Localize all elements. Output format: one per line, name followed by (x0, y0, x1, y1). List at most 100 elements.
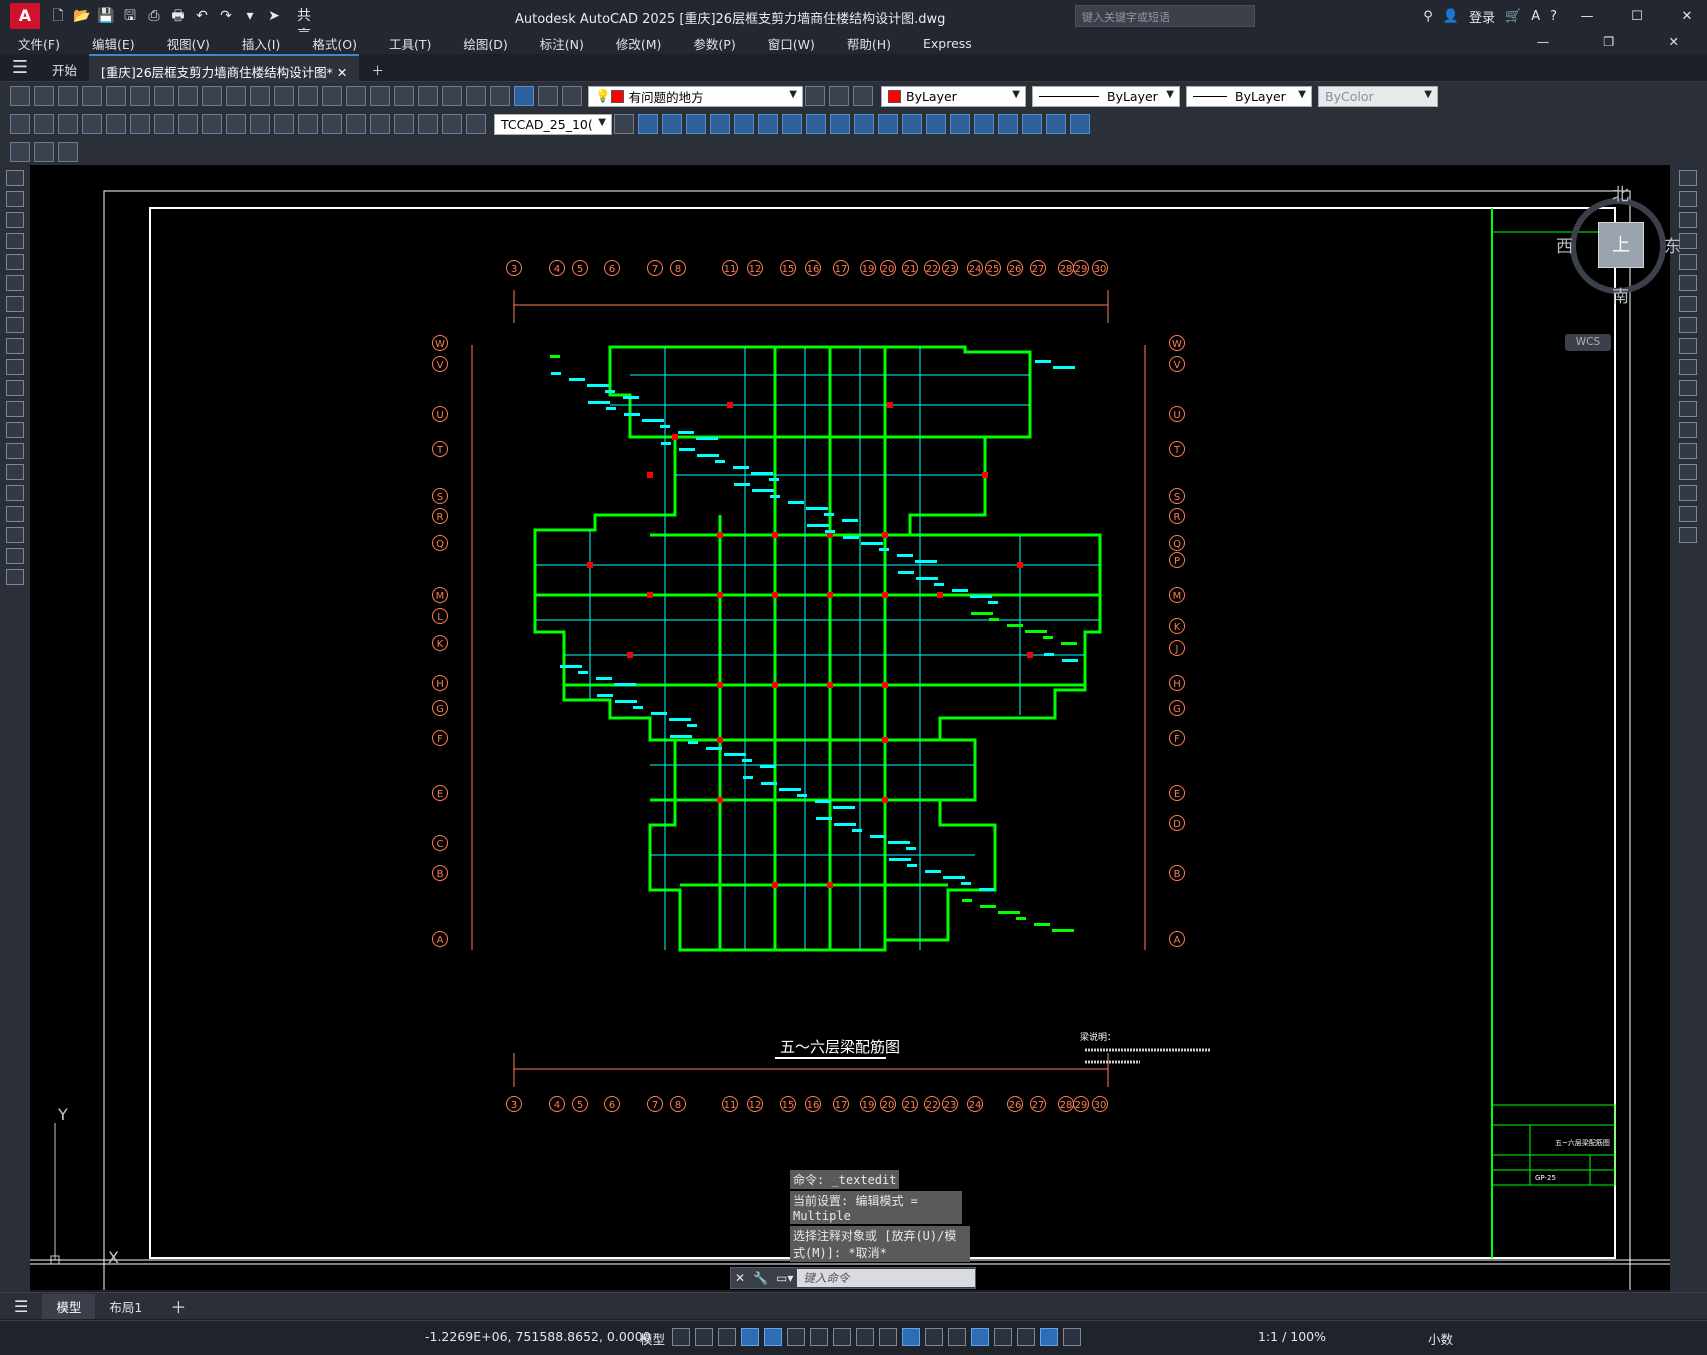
jogged-linear-icon[interactable] (394, 114, 414, 134)
hatch-icon[interactable] (6, 464, 24, 480)
dim-text-edit-icon[interactable] (442, 114, 462, 134)
viewcube-face[interactable]: 上 (1598, 222, 1644, 268)
rectangle-icon[interactable] (6, 254, 24, 270)
radius-dim-icon[interactable] (106, 114, 126, 134)
compass-west[interactable]: 西 (1556, 232, 1573, 257)
gizmo-icon[interactable] (1017, 1328, 1035, 1346)
doc-close-button[interactable]: ✕ (1669, 34, 1679, 49)
3d-osnap-icon[interactable] (948, 1328, 966, 1346)
copy-icon[interactable] (178, 86, 198, 106)
close-tab-icon[interactable]: ✕ (337, 65, 347, 80)
move-icon[interactable] (1679, 275, 1697, 291)
3d-move-icon[interactable] (974, 114, 994, 134)
chamfer-icon[interactable] (1679, 464, 1697, 480)
menu-dimension[interactable]: 标注(N) (540, 34, 584, 53)
new-file-icon[interactable]: 🗋 (48, 6, 68, 26)
undo-icon[interactable] (250, 86, 270, 106)
3d-mirror-icon[interactable] (1046, 114, 1066, 134)
make-block-icon[interactable] (6, 422, 24, 438)
box-icon[interactable] (638, 114, 658, 134)
search-input[interactable]: 键入关键字或短语 (1075, 5, 1255, 27)
layer-previous-icon[interactable] (829, 86, 849, 106)
sweep-icon[interactable] (806, 114, 826, 134)
trim-icon[interactable] (1679, 359, 1697, 375)
zoom-previous-icon[interactable] (370, 86, 390, 106)
coordinate-readout[interactable]: -1.2269E+06, 751588.8652, 0.0000 (425, 1329, 651, 1344)
login-button[interactable]: 登录 (1469, 7, 1495, 26)
aligned-dim-icon[interactable] (34, 114, 54, 134)
menu-window[interactable]: 窗口(W) (768, 34, 815, 53)
join-icon[interactable] (1679, 443, 1697, 459)
cylinder-icon[interactable] (662, 114, 682, 134)
polar-tracking-icon[interactable] (787, 1328, 805, 1346)
tab-layout1[interactable]: 布局1 (95, 1294, 156, 1319)
lineweight-dropdown[interactable]: ByLayer ▼ (1186, 85, 1312, 107)
snap-icon[interactable] (695, 1328, 713, 1346)
erase-icon[interactable] (1679, 170, 1697, 186)
tool-palette-icon[interactable] (442, 86, 462, 106)
ellipse-icon[interactable] (6, 359, 24, 375)
model-space-toggle[interactable]: 模型 (640, 1329, 665, 1348)
command-input[interactable]: 键入命令 (797, 1269, 975, 1287)
3d-align-icon[interactable] (1022, 114, 1042, 134)
dim-break-icon[interactable] (298, 114, 318, 134)
polygon-icon[interactable] (6, 233, 24, 249)
table-icon[interactable] (6, 527, 24, 543)
ellipse-arc-icon[interactable] (6, 380, 24, 396)
mtext-icon[interactable] (6, 548, 24, 564)
zoom-realtime-icon[interactable] (322, 86, 342, 106)
autodesk-app-icon[interactable]: A (1531, 9, 1540, 24)
revision-cloud-icon[interactable] (6, 317, 24, 333)
shell-icon[interactable] (902, 114, 922, 134)
plotstyle-dropdown[interactable]: ByColor ▼ (1318, 85, 1438, 107)
explode-icon[interactable] (1679, 527, 1697, 543)
dim-style-icon[interactable] (614, 114, 634, 134)
arc-icon[interactable] (6, 275, 24, 291)
match-prop-icon[interactable] (226, 86, 246, 106)
undo-icon[interactable]: ↶ (192, 6, 212, 26)
point-icon[interactable] (6, 443, 24, 459)
dim-space-icon[interactable] (274, 114, 294, 134)
menu-express[interactable]: Express (923, 36, 972, 51)
selection-cycling-icon[interactable] (925, 1328, 943, 1346)
angular-dim-icon[interactable] (178, 114, 198, 134)
make-block-icon[interactable] (34, 142, 54, 162)
redo-icon[interactable]: ↷ (216, 6, 236, 26)
loft-icon[interactable] (830, 114, 850, 134)
print-icon[interactable] (82, 86, 102, 106)
layer-dropdown[interactable]: 💡 有问题的地方 ▼ (588, 85, 803, 107)
menu-edit[interactable]: 编辑(E) (92, 34, 135, 53)
3d-rotate-icon[interactable] (998, 114, 1018, 134)
layout-menu-icon[interactable]: ☰ (0, 1294, 42, 1319)
save-icon[interactable] (58, 86, 78, 106)
annotation-visibility-icon[interactable] (1040, 1328, 1058, 1346)
paste-icon[interactable] (202, 86, 222, 106)
customize-dropdown-icon[interactable]: ▾ (240, 6, 260, 26)
publish-icon[interactable] (130, 86, 150, 106)
circle-icon[interactable] (6, 296, 24, 312)
doc-restore-button[interactable]: ❐ (1603, 34, 1614, 49)
command-close-icon[interactable]: ✕ (735, 1271, 745, 1285)
cart-icon[interactable]: 🛒 (1505, 9, 1521, 24)
compass-north[interactable]: 北 (1612, 180, 1629, 205)
fillet-edge-icon[interactable] (878, 114, 898, 134)
dim-update-icon[interactable] (466, 114, 486, 134)
transparency-icon[interactable] (902, 1328, 920, 1346)
drawing-viewport[interactable]: 五~六层梁配筋图 GP-25 3 4 5 6 7 8 11 12 15 16 17 19 20 21 22 2… (30, 165, 1670, 1290)
new-tab-button[interactable]: ＋ (359, 54, 396, 81)
help-icon[interactable] (514, 86, 534, 106)
properties-icon[interactable] (394, 86, 414, 106)
autocad-logo-icon[interactable]: A (10, 3, 40, 29)
object-snap-tracking-icon[interactable] (833, 1328, 851, 1346)
wcs-button[interactable]: WCS (1565, 334, 1611, 351)
ordinate-dim-icon[interactable] (82, 114, 102, 134)
section-plane-icon[interactable] (926, 114, 946, 134)
user-icon[interactable]: 👤 (1443, 9, 1459, 24)
menu-file[interactable]: 文件(F) (18, 34, 60, 53)
array-icon[interactable] (1679, 254, 1697, 270)
customize-wrench-icon[interactable]: 🔧 (753, 1271, 768, 1285)
isodraft-icon[interactable] (810, 1328, 828, 1346)
calculator-icon[interactable] (490, 86, 510, 106)
line-tool-icon[interactable] (6, 170, 24, 186)
revolve-icon[interactable] (782, 114, 802, 134)
